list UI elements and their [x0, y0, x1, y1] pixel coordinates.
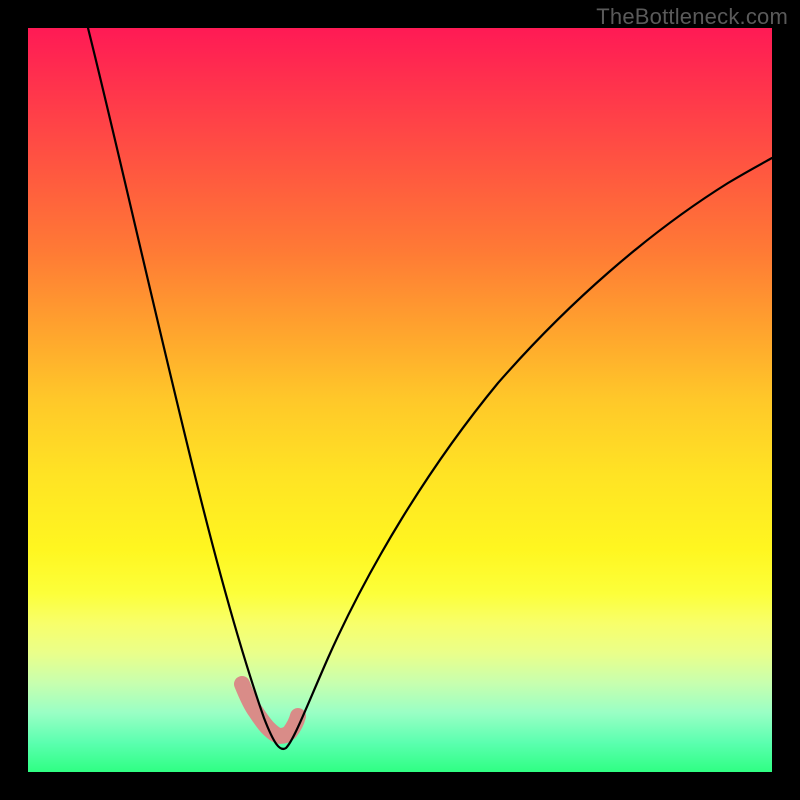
plot-area [28, 28, 772, 772]
optimal-band-marker [242, 684, 298, 736]
watermark-text: TheBottleneck.com [596, 4, 788, 30]
bottleneck-curve-svg [28, 28, 772, 772]
chart-frame: TheBottleneck.com [0, 0, 800, 800]
bottleneck-curve [88, 28, 772, 749]
